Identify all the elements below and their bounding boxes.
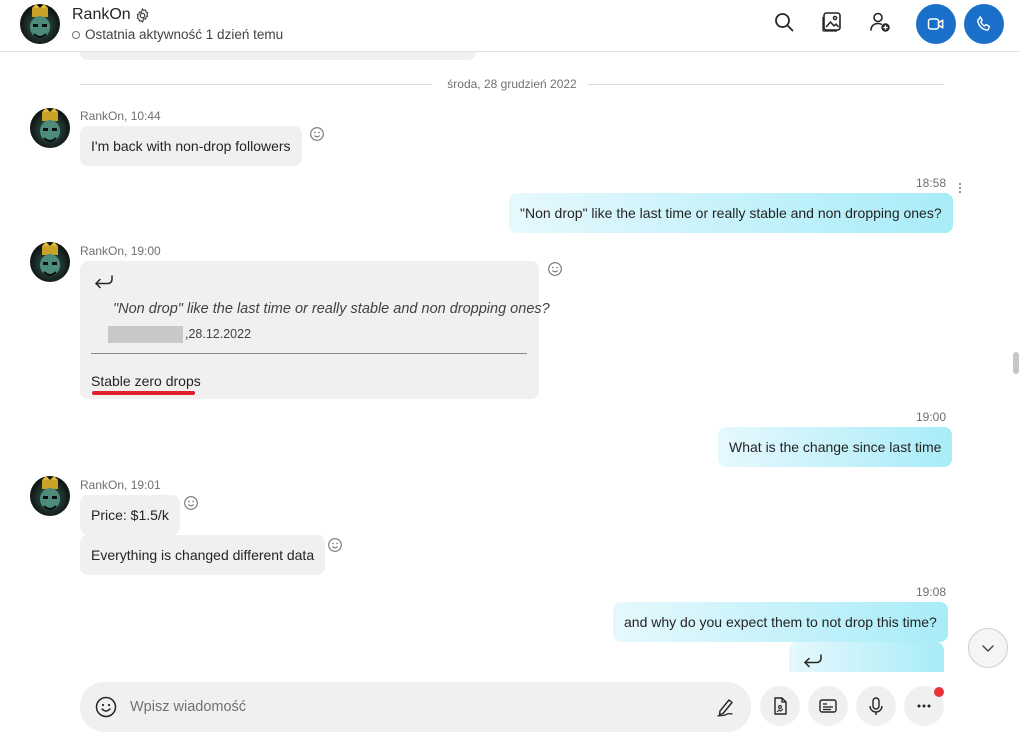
file-attach-icon <box>774 697 787 715</box>
sender-avatar[interactable] <box>30 242 70 282</box>
reply-arrow-icon <box>92 273 114 289</box>
chevron-down-icon <box>982 645 994 652</box>
microphone-icon <box>869 697 883 715</box>
date-label: środa, 28 grudzień 2022 <box>447 77 577 91</box>
voice-message-button[interactable] <box>856 686 896 726</box>
pen-icon[interactable] <box>716 696 736 718</box>
phone-call-icon <box>977 16 991 31</box>
scrollbar-thumb[interactable] <box>1013 352 1019 374</box>
message-meta: RankOn, 19:01 <box>80 478 161 492</box>
status-ring-icon <box>72 30 80 39</box>
message-bubble-quote-reply[interactable]: "Non drop" like the last time or really … <box>80 261 550 399</box>
chat-header: RankOn Ostatnia aktywność 1 dzień temu <box>0 0 1020 52</box>
quoted-message-text: "Non drop" like the last time or really … <box>113 301 550 317</box>
contact-card-icon <box>819 699 837 713</box>
message-bubble-incoming[interactable]: Everything is changed different data <box>80 535 326 575</box>
video-call-icon <box>927 18 944 30</box>
chat-window: RankOn Ostatnia aktywność 1 dzień temu ś… <box>0 0 1020 740</box>
reply-text: Stable zero drops <box>91 373 201 389</box>
message-composer <box>80 682 751 732</box>
share-contact-button[interactable] <box>808 686 848 726</box>
gear-icon[interactable] <box>134 7 151 24</box>
scroll-to-bottom-button[interactable] <box>968 628 1008 668</box>
message-meta: RankOn, 10:44 <box>80 109 161 123</box>
redacted-sender-name <box>108 326 183 343</box>
sender-avatar[interactable] <box>30 108 70 148</box>
phone-call-button[interactable] <box>964 4 1004 44</box>
message-list[interactable]: środa, 28 grudzień 2022 RankOn, 10:44 I'… <box>0 52 1010 672</box>
message-bubble-incoming[interactable]: Price: $1.5/k <box>80 495 180 535</box>
search-icon[interactable] <box>772 10 796 34</box>
contact-name[interactable]: RankOn <box>72 6 131 24</box>
message-bubble-outgoing-partial[interactable] <box>789 642 944 672</box>
sender-avatar[interactable] <box>30 476 70 516</box>
message-bubble-outgoing[interactable]: "Non drop" like the last time or really … <box>509 193 953 233</box>
date-separator: środa, 28 grudzień 2022 <box>80 76 944 92</box>
emoji-icon[interactable] <box>94 695 118 719</box>
gallery-icon[interactable] <box>820 10 844 34</box>
message-meta: RankOn, 19:00 <box>80 244 161 258</box>
message-input[interactable] <box>130 697 690 717</box>
smile-reaction-icon[interactable] <box>309 126 325 142</box>
attach-file-button[interactable] <box>760 686 800 726</box>
message-bubble-outgoing[interactable]: What is the change since last time <box>718 427 953 467</box>
previous-message-bubble <box>80 52 476 60</box>
add-person-icon[interactable] <box>868 10 892 34</box>
message-time: 19:00 <box>916 410 947 424</box>
smile-reaction-icon[interactable] <box>327 537 343 553</box>
reply-arrow-icon <box>801 652 823 668</box>
message-time: 19:08 <box>916 585 947 599</box>
more-icon <box>917 704 931 708</box>
smile-reaction-icon[interactable] <box>183 495 199 511</box>
status-text: Ostatnia aktywność 1 dzień temu <box>85 27 284 42</box>
contact-avatar[interactable] <box>20 4 60 44</box>
smile-reaction-icon[interactable] <box>547 261 563 277</box>
contact-status: Ostatnia aktywność 1 dzień temu <box>72 27 283 42</box>
message-bubble-incoming[interactable]: I'm back with non-drop followers <box>80 126 302 166</box>
notification-dot <box>934 687 944 697</box>
message-time: 18:58 <box>916 176 947 190</box>
quoted-message-date: ,28.12.2022 <box>185 327 252 341</box>
highlight-underline <box>92 391 195 395</box>
quote-divider <box>91 353 527 354</box>
video-call-button[interactable] <box>916 4 956 44</box>
message-bubble-outgoing[interactable]: and why do you expect them to not drop t… <box>613 602 948 642</box>
more-options-icon[interactable] <box>957 181 963 193</box>
